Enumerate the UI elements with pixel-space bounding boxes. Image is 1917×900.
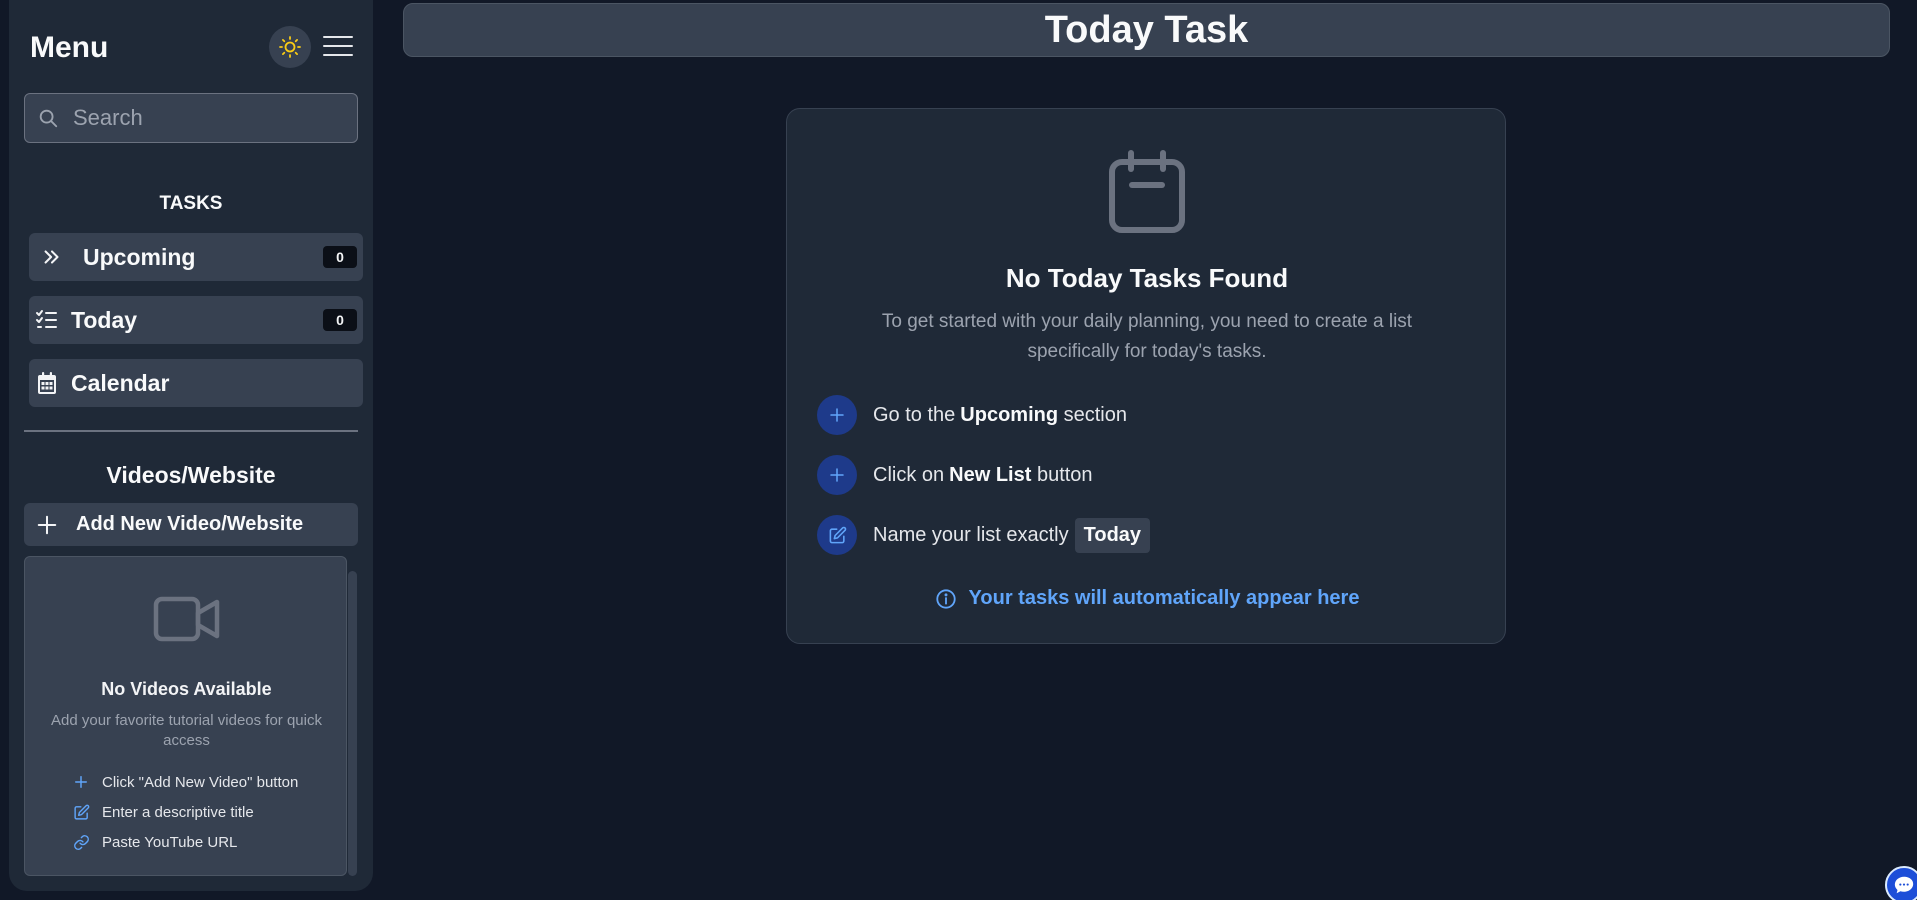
video-step: Click "Add New Video" button [72,773,298,791]
search-icon [39,109,58,128]
instruction-step: Go to the Upcoming section [817,395,1127,435]
instruction-step: Click on New List button [817,455,1093,495]
calendar-icon [1109,150,1185,233]
edit-icon [817,515,857,555]
list-checks-icon [36,310,57,328]
sidebar-item-calendar[interactable]: Calendar [29,359,363,407]
no-videos-description: Add your favorite tutorial videos for qu… [51,712,322,749]
step-text: button [1031,463,1093,486]
step-bold-text: Upcoming [960,403,1059,426]
video-step: Enter a descriptive title [72,803,254,821]
chat-button[interactable] [1885,866,1917,900]
empty-state-card: No Today Tasks Found To get started with… [786,108,1506,644]
chat-bubble-icon [1894,876,1914,894]
today-count-badge: 0 [323,309,357,331]
add-video-button[interactable]: Add New Video/Website [24,503,358,546]
sidebar-item-label: Today [71,306,138,333]
theme-toggle-button[interactable] [269,26,311,68]
sidebar: Menu TASKS Upcoming 0 Today 0 [9,0,373,891]
edit-icon [72,803,90,821]
search-input[interactable] [73,105,333,131]
calendar-icon [38,372,56,394]
chevrons-right-icon [44,250,59,264]
plus-icon [72,773,90,791]
video-camera-icon [153,596,220,642]
menu-title: Menu [30,31,109,64]
hamburger-menu-icon[interactable] [323,33,353,59]
search-box [24,93,358,143]
video-step-text: Enter a descriptive title [102,803,254,821]
link-icon [72,833,90,851]
plus-icon [817,455,857,495]
sidebar-item-label: Calendar [71,369,170,396]
step-text: Click on [873,463,945,486]
upcoming-count-badge: 0 [323,246,357,268]
info-text: Your tasks will automatically appear her… [968,587,1360,609]
video-step: Paste YouTube URL [72,833,237,851]
sun-icon [279,36,301,58]
instruction-step: Name your list exactly Today [817,515,1151,555]
add-video-label: Add New Video/Website [76,513,304,535]
step-bold-text: New List [949,463,1032,486]
page-header: Today Task [403,3,1890,57]
sidebar-item-today[interactable]: Today 0 [29,296,363,344]
no-videos-title: No Videos Available [101,679,272,699]
video-step-text: Paste YouTube URL [102,833,238,851]
sidebar-item-upcoming[interactable]: Upcoming 0 [29,233,363,281]
videos-heading: Videos/Website [106,462,276,488]
info-note: Your tasks will automatically appear her… [787,587,1507,610]
sidebar-item-label: Upcoming [83,243,196,270]
video-step-text: Click "Add New Video" button [102,773,299,791]
step-text: Go to the [873,403,956,426]
sidebar-divider [24,430,358,432]
empty-state-title: No Today Tasks Found [1005,263,1289,293]
tasks-heading: TASKS [159,193,223,214]
info-icon [935,588,957,610]
empty-state-description: To get started with your daily planning,… [881,311,1413,362]
step-text: section [1058,403,1127,426]
step-text: Name your list exactly [873,523,1069,546]
videos-scrollbar[interactable] [348,571,357,876]
list-name-chip: Today [1074,517,1151,553]
page-title: Today Task [1044,8,1249,51]
videos-empty-state: No Videos Available Add your favorite tu… [24,556,347,876]
plus-icon [817,395,857,435]
plus-icon [37,515,57,534]
